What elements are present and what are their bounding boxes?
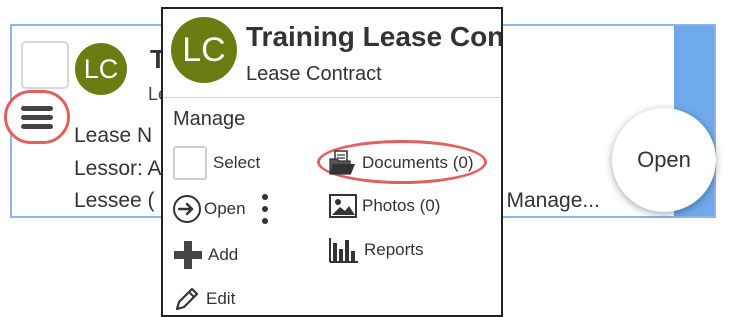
manage-heading: Manage <box>173 108 246 130</box>
kebab-dot <box>262 206 268 212</box>
open-button[interactable]: Open <box>612 108 716 212</box>
menu-icon-bar <box>21 124 53 129</box>
menu-icon <box>21 106 53 111</box>
menu-item-select[interactable]: Select <box>173 146 260 180</box>
folder-document-icon <box>329 150 357 176</box>
menu-item-add[interactable]: Add <box>173 240 238 270</box>
bar-chart-glyph <box>329 238 358 263</box>
card-avatar: LC <box>75 43 127 95</box>
popup-title: Training Lease Cont <box>246 21 503 52</box>
menu-item-reports-label: Reports <box>364 240 424 259</box>
card-select-checkbox[interactable] <box>21 41 69 89</box>
menu-item-open-label: Open <box>204 199 246 218</box>
card-lessee: Lessee ( <box>74 189 155 212</box>
menu-item-select-label: Select <box>213 153 261 172</box>
kebab-dot <box>262 218 268 224</box>
menu-item-edit-label: Edit <box>206 289 236 308</box>
menu-item-add-label: Add <box>208 245 239 264</box>
open-button-label: Open <box>637 147 691 172</box>
menu-item-photos[interactable]: Photos (0) <box>329 194 440 218</box>
context-menu-popup: LC Training Lease Cont Lease Contract Ma… <box>161 7 503 317</box>
photo-icon <box>329 194 357 218</box>
menu-item-photos-label: Photos (0) <box>362 196 441 215</box>
menu-item-edit[interactable]: Edit <box>173 285 235 313</box>
pencil-glyph <box>175 287 199 311</box>
menu-item-open[interactable]: Open <box>173 195 246 223</box>
plus-icon <box>173 240 203 270</box>
select-checkbox[interactable] <box>173 146 207 180</box>
hamburger-menu-button[interactable] <box>4 90 70 144</box>
photo-glyph <box>329 194 357 218</box>
popup-avatar: LC <box>171 17 237 83</box>
pencil-icon <box>173 285 201 313</box>
arrow-right-glyph <box>178 202 194 216</box>
kebab-icon[interactable] <box>261 194 269 226</box>
popup-subtitle: Lease Contract <box>246 63 382 85</box>
card-lessee-tail: l Manage... <box>496 189 600 212</box>
card-lease-number: Lease N <box>74 124 153 147</box>
menu-item-reports[interactable]: Reports <box>329 237 424 263</box>
plus-glyph <box>174 241 202 269</box>
kebab-dot <box>262 194 268 200</box>
bar-chart-icon <box>329 237 359 263</box>
arrow-circle-right-icon <box>173 195 201 223</box>
menu-icon-bar <box>21 115 53 120</box>
menu-item-documents[interactable]: Documents (0) <box>329 150 473 176</box>
popup-divider <box>163 97 501 98</box>
folder-document-glyph <box>329 150 355 175</box>
menu-item-documents-label: Documents (0) <box>362 153 474 172</box>
card-lessor: Lessor: A <box>74 157 162 180</box>
